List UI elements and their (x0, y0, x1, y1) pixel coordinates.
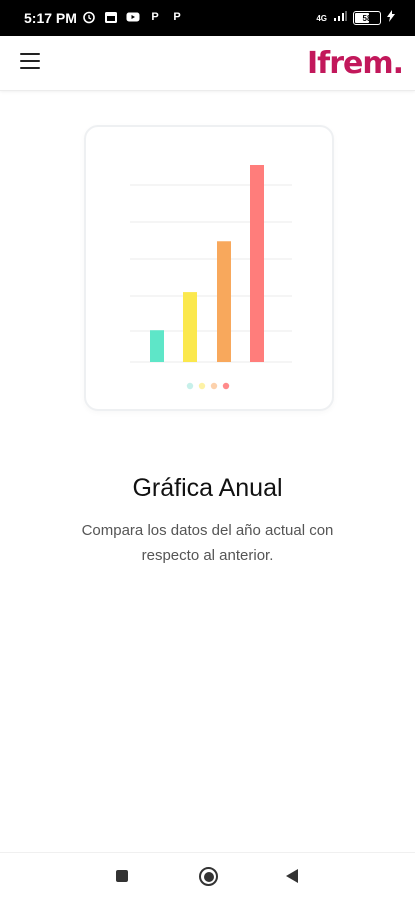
indicator-dot (210, 382, 218, 390)
app-header: Ifrem. (0, 36, 415, 91)
calendar-icon (104, 10, 118, 24)
chart-bars (150, 165, 264, 362)
status-left-icons: P P (82, 10, 184, 24)
status-right-icons: 4G 58 (316, 9, 395, 27)
chart-bar (150, 330, 164, 362)
p-app-icon: P (151, 11, 159, 23)
status-time: 5:17 PM (24, 10, 77, 26)
indicator-dot (222, 382, 230, 390)
chart-bar (250, 165, 264, 362)
signal-icon (333, 9, 347, 27)
alarm-icon (82, 10, 96, 24)
recents-square-icon[interactable] (116, 870, 128, 882)
network-label: 4G (316, 13, 327, 23)
bar-chart-illustration (130, 165, 292, 390)
youtube-icon (126, 10, 140, 24)
chart-bar (183, 292, 197, 362)
battery-level: 58 (362, 13, 372, 23)
indicator-dot (186, 382, 194, 390)
hamburger-menu-icon[interactable] (20, 53, 42, 71)
page-title: Gráfica Anual (132, 474, 283, 502)
page-indicator-dots (186, 382, 230, 390)
home-circle-icon[interactable] (199, 867, 218, 886)
back-triangle-icon[interactable] (286, 869, 298, 883)
chart-illustration-card (84, 125, 334, 411)
status-bar: 5:17 PM P P 4G 58 (0, 0, 415, 36)
brand-logo: Ifrem. (306, 46, 404, 81)
battery-icon: 58 (353, 11, 381, 25)
chart-bar (217, 241, 231, 362)
page-description: Compara los datos del año actual con res… (81, 522, 334, 564)
system-nav-bar (0, 852, 415, 901)
indicator-dot (198, 382, 206, 390)
charging-icon (387, 9, 395, 27)
p-app-icon: P (173, 11, 181, 23)
